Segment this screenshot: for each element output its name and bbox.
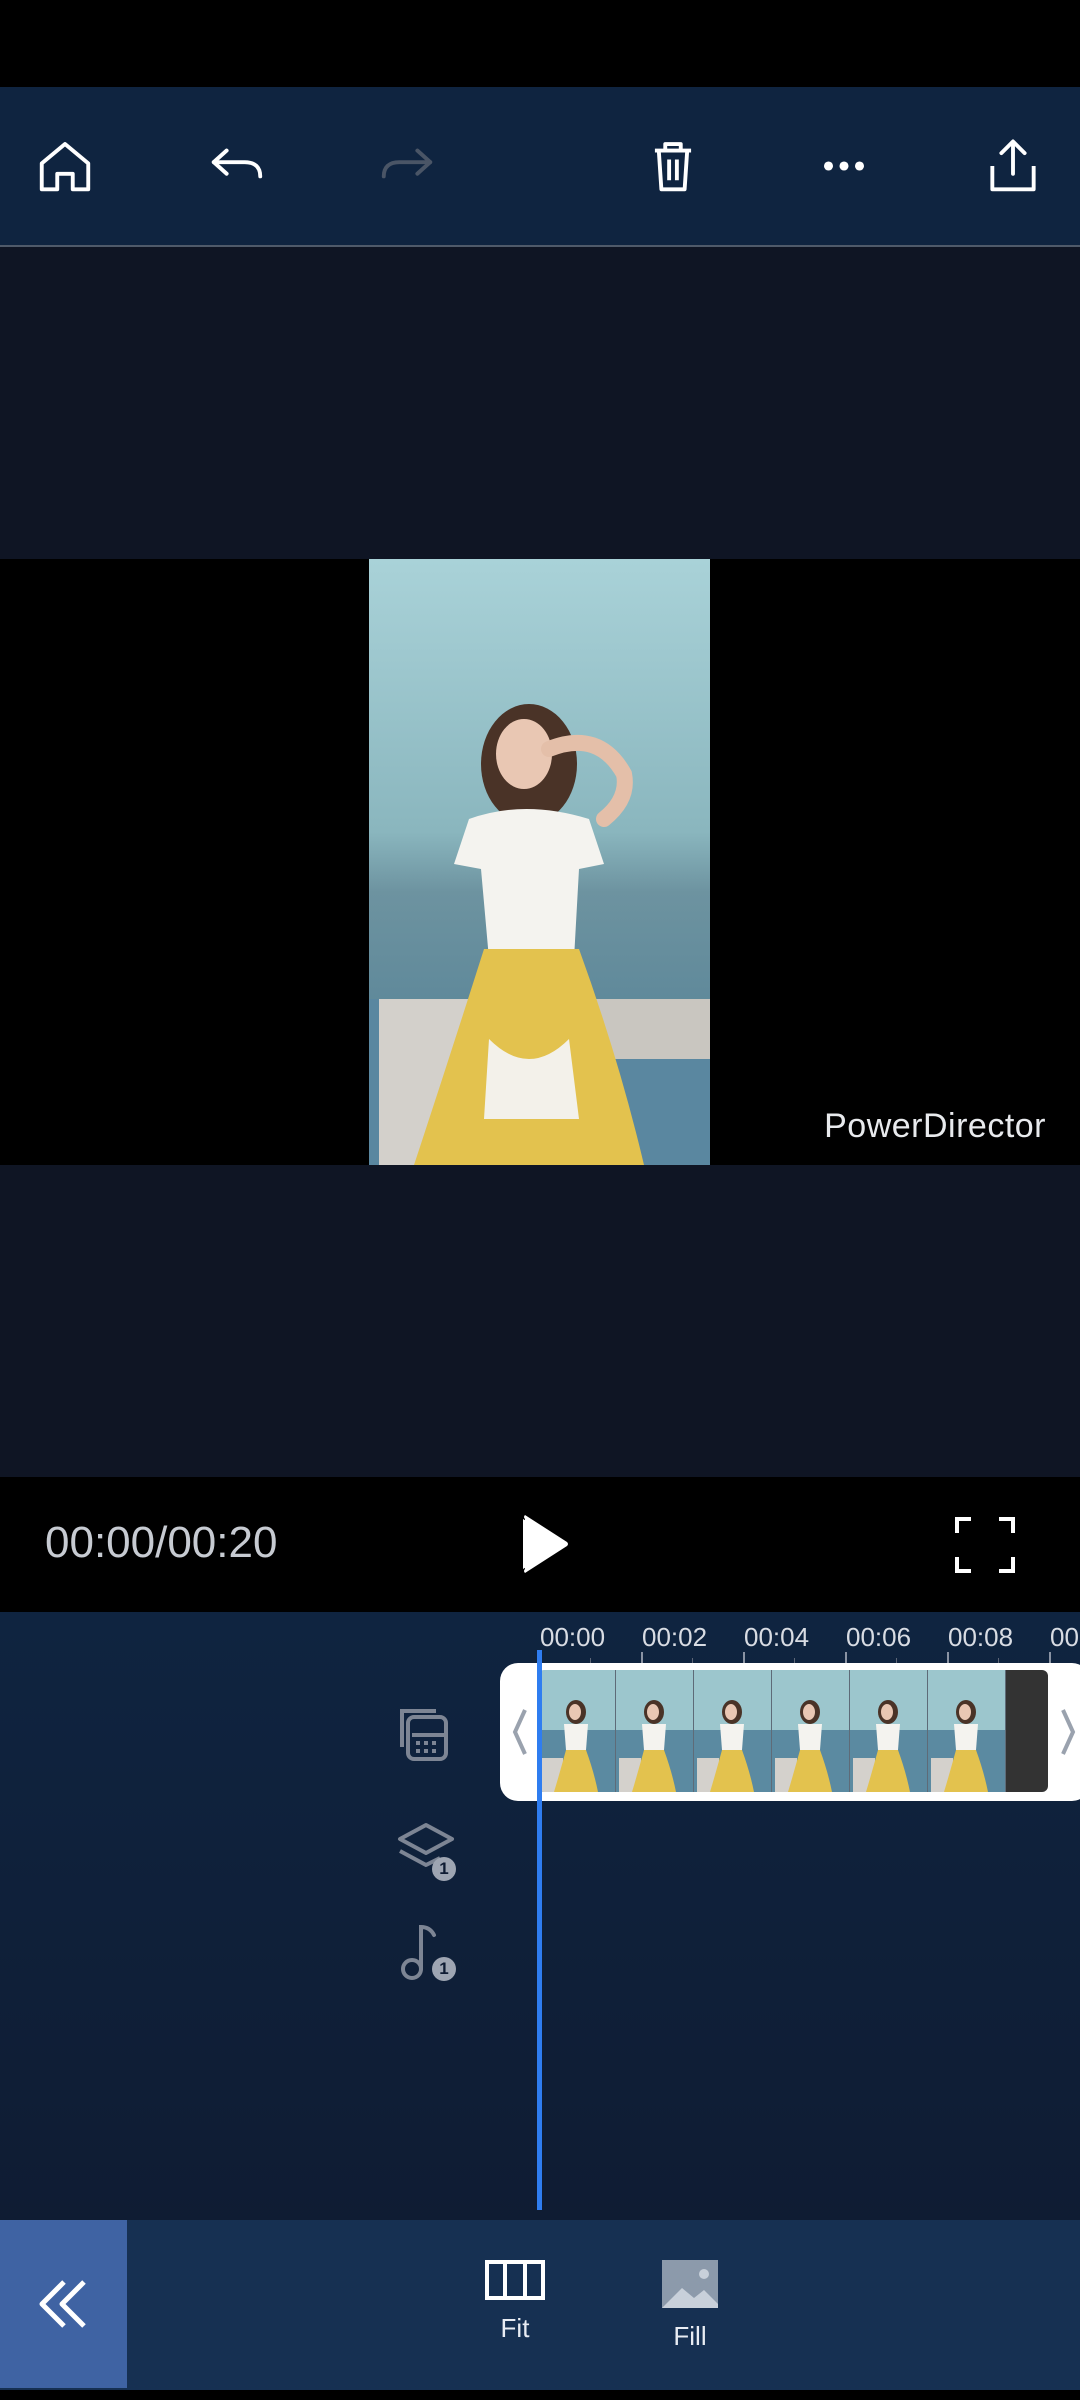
export-button[interactable] <box>968 121 1058 211</box>
fill-label: Fill <box>673 2321 707 2351</box>
fill-button[interactable]: Fill <box>635 2258 745 2358</box>
clip-thumbnail-strip <box>538 1670 1048 1792</box>
more-button[interactable] <box>799 121 889 211</box>
more-horizontal-icon <box>823 161 865 171</box>
overlay-count-badge: 1 <box>432 1857 456 1881</box>
share-export-icon <box>990 139 1036 192</box>
video-track-icon <box>400 1709 448 1761</box>
back-button[interactable] <box>0 2220 127 2388</box>
audio-track-button[interactable]: 1 <box>390 1915 462 1987</box>
clip-thumbnail <box>928 1670 1007 1792</box>
system-navigation-bar <box>0 2390 1080 2400</box>
timecode: 00:00/00:20 <box>45 1518 278 1567</box>
playhead[interactable] <box>537 1650 542 2210</box>
ruler-label: 00:04 <box>744 1622 810 1652</box>
redo-icon <box>381 148 433 179</box>
undo-button[interactable] <box>192 121 282 211</box>
trash-icon <box>654 142 692 192</box>
ruler-label: 00 <box>1050 1622 1079 1652</box>
double-chevron-left-icon <box>39 2280 86 2328</box>
play-icon <box>523 1515 568 1573</box>
status-bar <box>0 0 1080 87</box>
chevron-right-icon <box>1061 1709 1076 1755</box>
chevron-left-icon <box>512 1709 527 1755</box>
editor-toolbar <box>0 87 1080 247</box>
ruler-label: 00:00 <box>540 1622 606 1652</box>
clip-end-thumbnail <box>1006 1670 1048 1792</box>
clip-trim-right-handle[interactable] <box>1053 1700 1080 1764</box>
undo-icon <box>211 148 263 179</box>
preview-padding-top <box>0 247 1080 559</box>
clip-thumbnail <box>616 1670 695 1792</box>
preview-padding-bottom <box>0 1165 1080 1477</box>
fullscreen-button[interactable] <box>953 1515 1017 1575</box>
play-button[interactable] <box>509 1509 579 1579</box>
overlay-track-button[interactable]: 1 <box>390 1815 462 1887</box>
fullscreen-icon <box>955 1517 1015 1573</box>
ruler-label: 00:02 <box>642 1622 708 1652</box>
video-frame-image <box>369 559 710 1165</box>
clip-thumbnail <box>850 1670 929 1792</box>
clip-thumbnail <box>694 1670 773 1792</box>
delete-button[interactable] <box>628 121 718 211</box>
clip-trim-left-handle[interactable] <box>505 1700 535 1764</box>
clip-thumbnail <box>538 1670 617 1792</box>
clip-thumbnail <box>772 1670 851 1792</box>
fill-icon <box>662 2260 718 2308</box>
audio-count-badge: 1 <box>432 1957 456 1981</box>
fit-button[interactable]: Fit <box>460 2258 570 2358</box>
ruler-label: 00:08 <box>948 1622 1014 1652</box>
home-button[interactable] <box>20 121 110 211</box>
ruler-label: 00:06 <box>846 1622 912 1652</box>
fit-icon <box>485 2260 545 2300</box>
watermark-text: PowerDirector <box>824 1107 1046 1145</box>
video-track-button[interactable] <box>390 1697 462 1769</box>
home-icon <box>39 142 91 192</box>
redo-button[interactable] <box>362 121 452 211</box>
fit-label: Fit <box>500 2313 530 2343</box>
